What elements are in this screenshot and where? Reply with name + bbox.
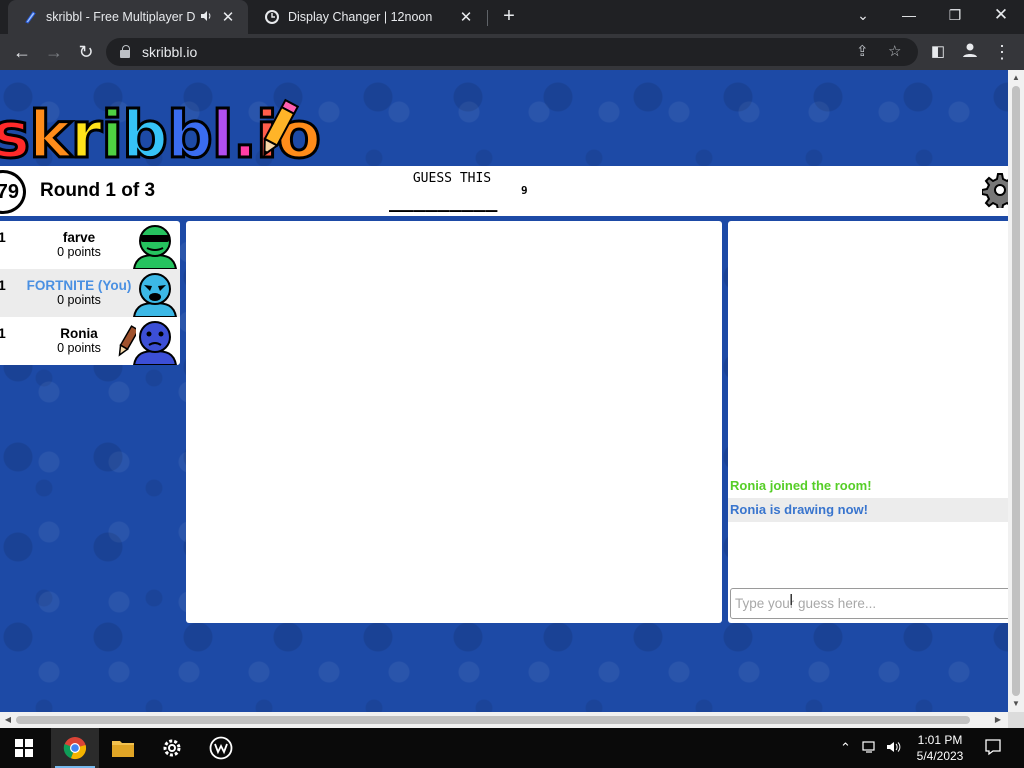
word-hint: _________ <box>389 188 498 212</box>
scroll-left-arrow-icon[interactable]: ◀ <box>3 715 13 725</box>
scroll-down-arrow-icon[interactable]: ▼ <box>1011 699 1021 709</box>
side-panel-icon[interactable]: ◧ <box>926 40 950 64</box>
profile-icon[interactable] <box>958 40 982 64</box>
tab-separator <box>487 10 488 26</box>
restore-button[interactable]: ❐ <box>932 0 978 34</box>
tab-skribbl[interactable]: skribbl - Free Multiplayer Dr ✕ <box>8 0 248 34</box>
share-icon[interactable]: ⇪ <box>856 42 869 60</box>
browser-toolbar: ← → ↻ skribbl.io ⇪ ☆ ◧ ⋮ <box>0 34 1024 70</box>
horizontal-scroll-thumb[interactable] <box>16 716 970 724</box>
player-row[interactable]: 1 FORTNITE (You) 0 points <box>0 269 180 317</box>
tab-display-changer[interactable]: Display Changer | 12noon ✕ <box>250 0 486 34</box>
vertical-scroll-thumb[interactable] <box>1012 86 1020 696</box>
guess-input[interactable] <box>730 588 1008 619</box>
scroll-right-arrow-icon[interactable]: ▶ <box>993 715 1003 725</box>
windows-start-icon[interactable] <box>0 728 48 768</box>
avatar <box>132 273 178 317</box>
chat-panel: Ronia joined the room! Ronia is drawing … <box>728 221 1008 623</box>
close-tab-icon[interactable]: ✕ <box>458 8 474 26</box>
browser-tab-strip: skribbl - Free Multiplayer Dr ✕ Display … <box>0 0 1024 34</box>
timer-clock: 79 <box>0 170 26 214</box>
clock-date: 5/4/2023 <box>916 749 964 763</box>
tab-search-icon[interactable]: ⌄ <box>840 0 886 34</box>
horizontal-scrollbar[interactable]: ◀ ▶ <box>0 712 1008 728</box>
system-clock[interactable]: 1:01 PM 5/4/2023 <box>908 732 972 764</box>
forward-button[interactable]: → <box>42 40 66 64</box>
speaker-icon[interactable] <box>200 10 212 25</box>
back-button[interactable]: ← <box>10 40 34 64</box>
chat-message: Ronia is drawing now! <box>728 498 1008 522</box>
file-explorer-icon[interactable] <box>99 728 147 768</box>
text-cursor-icon: I <box>789 592 794 609</box>
avatar <box>132 321 178 365</box>
close-tab-icon[interactable]: ✕ <box>220 8 236 26</box>
bookmark-star-icon[interactable]: ☆ <box>888 42 901 60</box>
new-tab-button[interactable]: + <box>498 5 520 27</box>
url-text[interactable]: skribbl.io <box>142 44 197 60</box>
word-length: 9 <box>521 184 528 197</box>
minimize-button[interactable]: — <box>886 0 932 34</box>
settings-gear-icon[interactable] <box>148 728 196 768</box>
network-icon[interactable] <box>862 740 878 757</box>
scroll-up-arrow-icon[interactable]: ▲ <box>1011 73 1021 83</box>
vertical-scrollbar[interactable]: ▲ ▼ <box>1008 70 1024 712</box>
page-viewport: s k r i b b l . i o 79 Round 1 of 3 GUES… <box>0 70 1008 712</box>
clock-time: 1:01 PM <box>917 733 963 747</box>
skribbl-pencil-icon <box>22 9 38 25</box>
game-header: 79 Round 1 of 3 GUESS THIS _________ 9 <box>0 166 1008 216</box>
tab-title: skribbl - Free Multiplayer Dr <box>46 10 196 24</box>
avatar <box>132 225 178 269</box>
reload-button[interactable]: ↻ <box>74 40 98 64</box>
lock-icon[interactable] <box>120 45 130 58</box>
notification-icon[interactable] <box>984 738 1002 759</box>
chat-message: Ronia joined the room! <box>730 478 872 493</box>
scrollbar-corner <box>1008 712 1024 728</box>
tab-title: Display Changer | 12noon <box>288 10 433 24</box>
show-hidden-icons-icon[interactable]: ⌃ <box>840 740 851 756</box>
player-row[interactable]: 1 Ronia 0 points <box>0 317 180 365</box>
windows-taskbar: ⌃ 1:01 PM 5/4/2023 <box>0 728 1024 768</box>
close-window-button[interactable]: ✕ <box>978 0 1024 34</box>
menu-kebab-icon[interactable]: ⋮ <box>990 40 1014 64</box>
volume-icon[interactable] <box>886 740 902 757</box>
wacom-icon[interactable] <box>197 728 245 768</box>
round-indicator: Round 1 of 3 <box>40 180 156 201</box>
12noon-clock-icon <box>264 9 280 25</box>
address-bar[interactable]: skribbl.io ⇪ ☆ <box>106 38 918 66</box>
player-row[interactable]: 1 farve 0 points <box>0 221 180 269</box>
drawing-canvas[interactable] <box>186 221 722 623</box>
settings-gear-icon[interactable] <box>982 172 1008 208</box>
chrome-icon[interactable] <box>51 728 99 768</box>
guess-this-label: GUESS THIS <box>412 171 492 186</box>
player-list: 1 farve 0 points 1 FORTNITE (You) 0 poin… <box>0 221 180 365</box>
